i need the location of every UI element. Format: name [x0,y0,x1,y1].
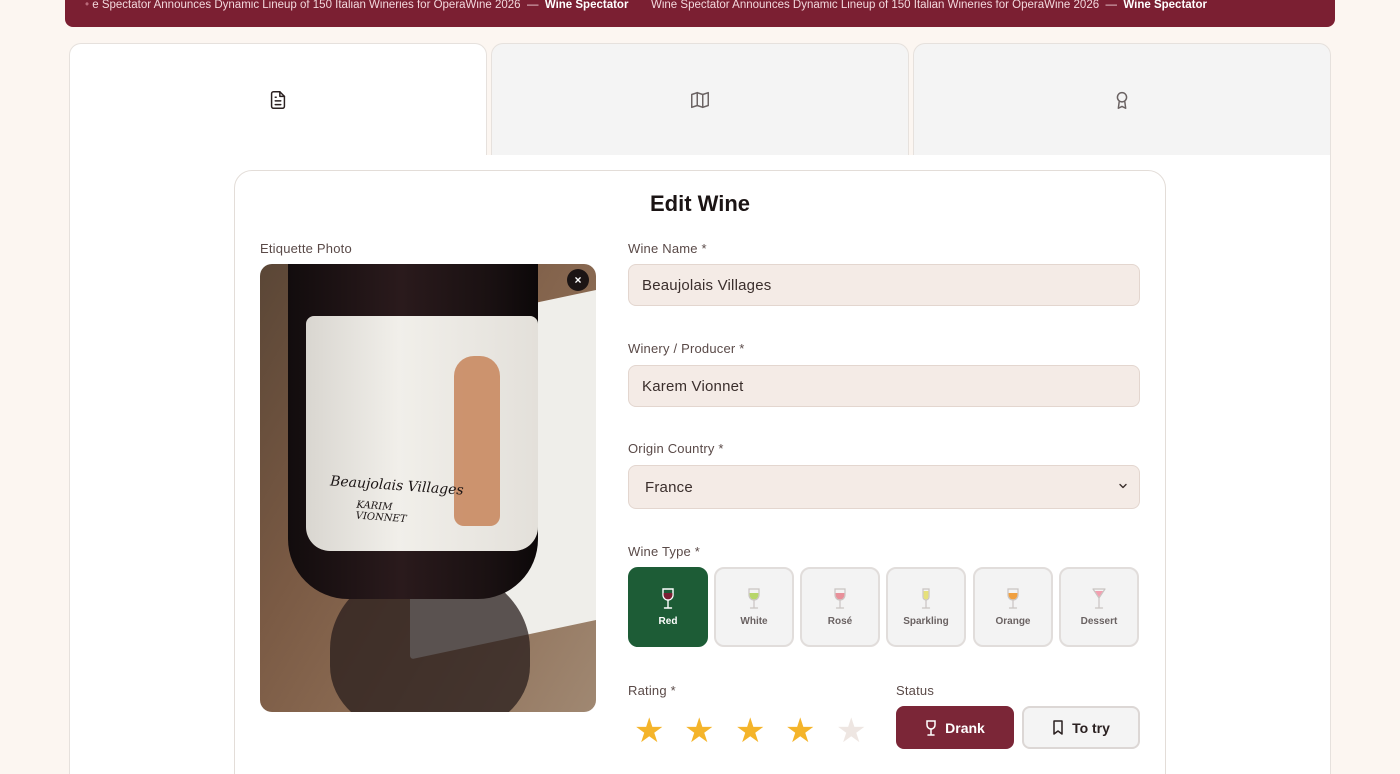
country-value: France [645,478,693,496]
star-2[interactable]: ★ [684,713,714,749]
country-select[interactable]: France [628,465,1140,509]
wine-type-white[interactable]: White [714,567,794,647]
wine-glass-icon [1007,587,1019,609]
wine-type-red[interactable]: Red [628,567,708,647]
wine-type-white-label: White [740,615,768,627]
flute-glass-icon [921,587,931,609]
photo-label: Etiquette Photo [260,241,352,256]
wine-type-rose-label: Rosé [827,615,853,627]
remove-photo-button[interactable]: × [567,269,589,291]
document-icon [270,91,286,109]
ticker-item[interactable]: Wine Spectator Announces Dynamic Lineup … [651,0,1207,11]
wine-type-sparkling-label: Sparkling [903,615,949,627]
ticker-separator: — [526,0,539,11]
ticker-headline: Wine Spectator Announces Dynamic Lineup … [651,0,1100,11]
star-4[interactable]: ★ [785,713,815,749]
etiquette-photo[interactable]: Beaujolais Villages KARIM VIONNET [260,264,596,712]
star-1[interactable]: ★ [634,713,664,749]
star-5[interactable]: ★ [836,713,866,749]
wine-type-orange[interactable]: Orange [973,567,1053,647]
status-to-try-button[interactable]: To try [1022,706,1140,749]
wine-type-dessert[interactable]: Dessert [1059,567,1139,647]
wine-type-sparkling[interactable]: Sparkling [886,567,966,647]
winery-value: Karem Vionnet [642,377,744,395]
winery-input[interactable]: Karem Vionnet [628,365,1140,407]
photo-figure [454,356,500,526]
wine-type-red-label: Red [658,615,678,627]
tab-details[interactable] [69,43,487,156]
ticker-source: Wine Spectator [544,0,629,11]
wine-type-dessert-label: Dessert [1080,615,1118,627]
wine-name-value: Beaujolais Villages [642,276,772,294]
ticker-source: Wine Spectator [1123,0,1207,11]
wine-glass-icon [748,587,760,609]
rating-label: Rating * [628,683,676,698]
wine-glass-icon [834,587,846,609]
status-to-try-label: To try [1072,719,1110,736]
bookmark-icon [1053,720,1063,735]
map-icon [691,91,709,108]
wine-type-rose[interactable]: Rosé [800,567,880,647]
ticker-separator: — [1105,0,1118,11]
tab-awards[interactable] [913,43,1331,155]
star-3[interactable]: ★ [735,713,765,749]
news-ticker: • e Spectator Announces Dynamic Lineup o… [65,0,1335,27]
wine-glass-icon [926,719,936,736]
dessert-glass-icon [1092,587,1106,609]
tab-map[interactable] [491,43,909,155]
wine-type-label: Wine Type * [628,544,701,559]
winery-label: Winery / Producer * [628,341,745,356]
wine-type-orange-label: Orange [995,615,1031,627]
country-label: Origin Country * [628,441,724,456]
ticker-item[interactable]: • e Spectator Announces Dynamic Lineup o… [85,0,628,11]
status-drank-button[interactable]: Drank [896,706,1014,749]
wine-glass-icon [662,587,674,609]
wine-name-label: Wine Name * [628,241,707,256]
award-icon [1116,91,1128,109]
ticker-headline: e Spectator Announces Dynamic Lineup of … [92,0,521,11]
chevron-down-icon [1119,483,1127,489]
page-title: Edit Wine [649,191,751,216]
status-drank-label: Drank [945,719,985,736]
status-label: Status [896,683,935,698]
wine-name-input[interactable]: Beaujolais Villages [628,264,1140,306]
